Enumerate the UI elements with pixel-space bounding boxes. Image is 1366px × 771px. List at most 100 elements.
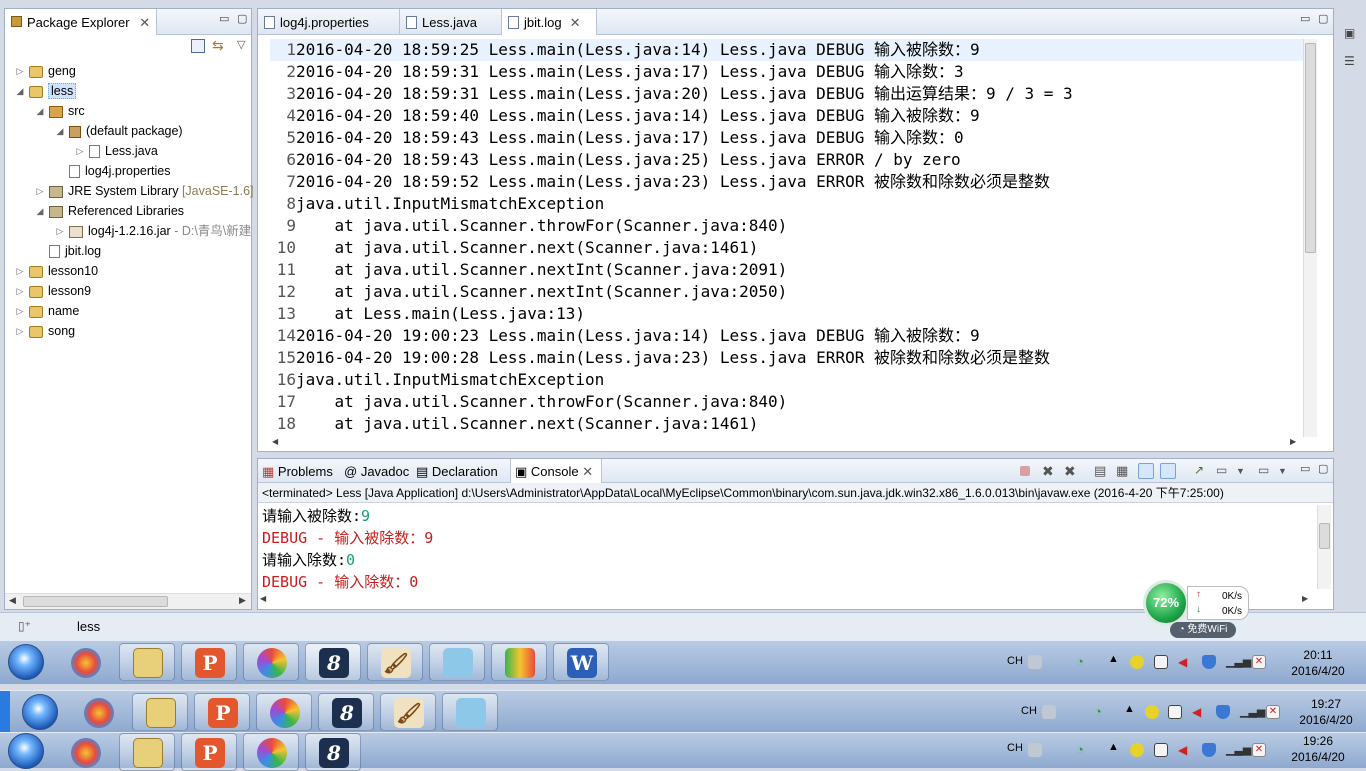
dropdown-icon[interactable]: ▼ bbox=[1278, 466, 1294, 482]
start-button[interactable] bbox=[8, 644, 44, 680]
scroll-thumb[interactable] bbox=[1305, 43, 1316, 253]
start-button[interactable] bbox=[22, 694, 58, 730]
expand-icon[interactable]: ▷ bbox=[75, 141, 85, 161]
remove-launch-icon[interactable]: ✖ bbox=[1042, 463, 1058, 479]
tab-console[interactable]: ▣ Console ✕ bbox=[510, 459, 602, 483]
outline-icon[interactable]: ☰ bbox=[1344, 54, 1355, 68]
tree-item-geng[interactable]: ▷ geng bbox=[15, 61, 76, 81]
maximize-icon[interactable]: ▢ bbox=[1318, 12, 1328, 25]
taskbar-app-wps-presentation[interactable]: P bbox=[181, 733, 237, 771]
taskbar-app-notepad[interactable] bbox=[429, 643, 485, 681]
wifi-icon[interactable]: ◔ bbox=[1094, 704, 1108, 719]
taskbar-clock[interactable]: 19:27 2016/4/20 bbox=[1290, 696, 1362, 728]
collapse-icon[interactable]: ◢ bbox=[35, 101, 45, 121]
tray-app-icon[interactable] bbox=[1130, 655, 1144, 669]
security-shield-icon[interactable] bbox=[1216, 705, 1230, 719]
collapse-all-icon[interactable] bbox=[191, 39, 205, 53]
dropdown-icon[interactable]: ▼ bbox=[1236, 466, 1252, 482]
taskbar-app-explorer[interactable] bbox=[119, 643, 175, 681]
tree-item-log4j-properties[interactable]: log4j.properties bbox=[55, 161, 170, 181]
usb-icon[interactable] bbox=[1154, 655, 1168, 669]
clear-console-icon[interactable]: ▤ bbox=[1094, 463, 1110, 479]
collapse-icon[interactable]: ◢ bbox=[55, 121, 65, 141]
scroll-right-icon[interactable]: ▶ bbox=[239, 595, 246, 606]
taskbar-app-browser[interactable] bbox=[243, 643, 299, 681]
network-error-icon[interactable]: ✕ bbox=[1252, 655, 1266, 669]
scroll-left-icon[interactable]: ◀ bbox=[9, 595, 16, 606]
show-hidden-icons[interactable]: ▲ bbox=[1124, 703, 1135, 715]
taskbar-app-paint[interactable]: 🖌 bbox=[367, 643, 423, 681]
tree-item-jre-library[interactable]: ▷ JRE System Library [JavaSE-1.6] bbox=[35, 181, 254, 201]
editor-vertical-scrollbar[interactable] bbox=[1303, 39, 1317, 437]
keyboard-icon[interactable] bbox=[1028, 743, 1042, 757]
taskbar-app-wps-writer[interactable]: W bbox=[553, 643, 609, 681]
tree-item-less[interactable]: ◢ less bbox=[15, 81, 77, 101]
signal-icon[interactable]: ▁▃▅ bbox=[1240, 705, 1265, 719]
taskbar-app-calendar[interactable] bbox=[491, 643, 547, 681]
minimize-icon[interactable]: ▭ bbox=[1300, 462, 1310, 475]
taskbar-app-myeclipse[interactable]: 8 bbox=[305, 733, 361, 771]
ime-indicator[interactable]: CH bbox=[1007, 655, 1023, 667]
tray-app-icon[interactable] bbox=[1145, 705, 1159, 719]
signal-icon[interactable]: ▁▃▅ bbox=[1226, 743, 1251, 757]
security-shield-icon[interactable] bbox=[1202, 743, 1216, 757]
terminate-icon[interactable] bbox=[1020, 466, 1030, 476]
minimize-icon[interactable]: ▭ bbox=[1300, 12, 1310, 25]
scroll-lock-icon[interactable]: ▦ bbox=[1116, 463, 1132, 479]
network-error-icon[interactable]: ✕ bbox=[1252, 743, 1266, 757]
show-console-icon[interactable] bbox=[1160, 463, 1176, 479]
wifi-icon[interactable]: ◔ bbox=[1076, 654, 1090, 669]
tray-app-icon[interactable] bbox=[1130, 743, 1144, 757]
tree-item-src[interactable]: ◢ src bbox=[35, 101, 85, 121]
console-output[interactable]: 请输入被除数:9 DEBUG - 输入被除数：9 请输入除数:0 DEBUG -… bbox=[262, 505, 1312, 593]
maximize-icon[interactable]: ▢ bbox=[237, 12, 247, 25]
pe-horizontal-scrollbar[interactable]: ◀ ▶ bbox=[5, 593, 251, 609]
minimize-icon[interactable]: ▭ bbox=[219, 12, 229, 25]
tree-item-referenced-libraries[interactable]: ◢ Referenced Libraries bbox=[35, 201, 185, 221]
fast-view-icon[interactable]: ▯⁺ bbox=[18, 619, 31, 633]
volume-muted-icon[interactable]: ◀ bbox=[1178, 655, 1192, 669]
wifi-usage-ball[interactable]: 72% bbox=[1143, 580, 1189, 626]
view-menu-icon[interactable]: ▽ bbox=[237, 38, 245, 51]
ime-indicator[interactable]: CH bbox=[1021, 705, 1037, 717]
tree-item-lesson9[interactable]: ▷ lesson9 bbox=[15, 281, 92, 301]
tree-item-default-package[interactable]: ◢ (default package) bbox=[55, 121, 183, 141]
show-hidden-icons[interactable]: ▲ bbox=[1108, 653, 1119, 665]
tab-log4j-properties[interactable]: log4j.properties bbox=[258, 9, 400, 35]
ime-indicator[interactable]: CH bbox=[1007, 742, 1023, 754]
restore-icon[interactable]: ▣ bbox=[1344, 26, 1355, 40]
expand-icon[interactable]: ▷ bbox=[55, 221, 65, 241]
code-area[interactable]: 12016-04-20 18:59:25 Less.main(Less.java… bbox=[270, 39, 1305, 439]
tab-declaration[interactable]: ▤ Declaration bbox=[416, 459, 512, 483]
taskbar-app-myeclipse[interactable]: 8 bbox=[318, 693, 374, 731]
volume-muted-icon[interactable]: ◀ bbox=[1178, 743, 1192, 757]
keyboard-icon[interactable] bbox=[1042, 705, 1056, 719]
taskbar-app-wps-presentation[interactable]: P bbox=[181, 643, 237, 681]
remove-all-terminated-icon[interactable]: ✖ bbox=[1064, 463, 1080, 479]
show-hidden-icons[interactable]: ▲ bbox=[1108, 741, 1119, 753]
usb-icon[interactable] bbox=[1154, 743, 1168, 757]
editor-horizontal-scrollbar[interactable]: ◀ ▶ bbox=[270, 437, 1305, 449]
tab-javadoc[interactable]: @ Javadoc bbox=[344, 459, 414, 483]
taskbar-app-colorful[interactable] bbox=[70, 693, 126, 731]
tab-jbit-log[interactable]: jbit.log ✕ bbox=[502, 9, 597, 35]
taskbar-app-browser[interactable] bbox=[256, 693, 312, 731]
taskbar-app-browser[interactable] bbox=[243, 733, 299, 771]
tree-item-less-java[interactable]: ▷ Less.java bbox=[75, 141, 158, 161]
taskbar-app-colorful[interactable] bbox=[57, 643, 113, 681]
scroll-thumb[interactable] bbox=[23, 596, 168, 607]
package-explorer-tab[interactable]: Package Explorer ✕ bbox=[5, 9, 158, 35]
wifi-icon[interactable]: ◔ bbox=[1076, 742, 1090, 757]
taskbar-app-wps-presentation[interactable]: P bbox=[194, 693, 250, 731]
scroll-left-icon[interactable]: ◀ bbox=[260, 594, 266, 603]
expand-icon[interactable]: ▷ bbox=[35, 181, 45, 201]
start-button[interactable] bbox=[8, 733, 44, 769]
expand-icon[interactable]: ▷ bbox=[15, 261, 25, 281]
tree-item-name[interactable]: ▷ name bbox=[15, 301, 80, 321]
scroll-right-icon[interactable]: ▶ bbox=[1302, 594, 1308, 603]
expand-icon[interactable]: ▷ bbox=[15, 321, 25, 341]
taskbar-app-paint[interactable]: 🖌 bbox=[380, 693, 436, 731]
maximize-icon[interactable]: ▢ bbox=[1318, 462, 1328, 475]
taskbar-app-explorer[interactable] bbox=[119, 733, 175, 771]
display-selected-console-icon[interactable]: ▭ bbox=[1216, 463, 1232, 479]
